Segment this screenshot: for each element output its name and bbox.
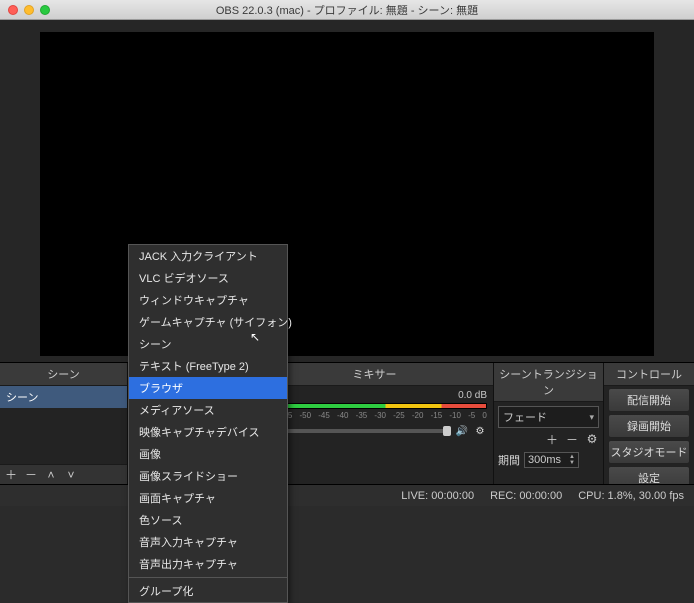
menu-item[interactable]: ブラウザ [129, 377, 287, 399]
menu-item[interactable]: 映像キャプチャデバイス [129, 421, 287, 443]
scenes-header: シーン [0, 363, 127, 386]
menu-separator [129, 577, 287, 578]
tick-label: -25 [393, 411, 405, 420]
window-title: OBS 22.0.3 (mac) - プロファイル: 無題 - シーン: 無題 [0, 2, 694, 18]
status-rec: REC: 00:00:00 [490, 490, 562, 502]
titlebar: OBS 22.0.3 (mac) - プロファイル: 無題 - シーン: 無題 [0, 0, 694, 20]
menu-item[interactable]: JACK 入力クライアント [129, 245, 287, 267]
tick-label: -35 [356, 411, 368, 420]
tick-label: -15 [431, 411, 443, 420]
transitions-panel: シーントランジション フェード ▾ ＋ － ⚙ 期間 300ms ▲▼ [494, 363, 604, 484]
transition-gear-icon[interactable]: ⚙ [585, 432, 599, 446]
menu-item[interactable]: 画像スライドショー [129, 465, 287, 487]
panels-row: シーン シーン ＋ － ˄ ˅ ソース ＋ － ⚙ ˄ ˅ ミキサー 0.0 d… [0, 362, 694, 484]
preview-area [0, 20, 694, 362]
tick-label: -30 [374, 411, 386, 420]
menu-item[interactable]: 音声出力キャプチャ [129, 553, 287, 575]
menu-item[interactable]: VLC ビデオソース [129, 267, 287, 289]
tick-label: -50 [299, 411, 311, 420]
scene-item[interactable]: シーン [0, 386, 127, 408]
mixer-db-label: 0.0 dB [458, 390, 487, 401]
menu-item[interactable]: 色ソース [129, 509, 287, 531]
tick-label: -5 [468, 411, 475, 420]
transition-select[interactable]: フェード ▾ [498, 406, 599, 428]
scenes-panel: シーン シーン ＋ － ˄ ˅ [0, 363, 128, 484]
add-transition-icon[interactable]: ＋ [545, 432, 559, 446]
control-button[interactable]: 録画開始 [608, 414, 690, 438]
duration-input[interactable]: 300ms ▲▼ [524, 452, 579, 468]
controls-header: コントロール [604, 363, 694, 386]
mixer-ticks: -60-55-50-45-40-35-30-25-20-15-10-50 [262, 411, 487, 420]
transition-selected: フェード [503, 409, 547, 425]
remove-scene-icon[interactable]: － [24, 468, 38, 482]
menu-item[interactable]: ウィンドウキャプチャ [129, 289, 287, 311]
duration-label: 期間 [498, 452, 520, 468]
volume-slider[interactable] [262, 429, 451, 433]
menu-item[interactable]: メディアソース [129, 399, 287, 421]
status-live: LIVE: 00:00:00 [401, 490, 474, 502]
menu-item[interactable]: テキスト (FreeType 2) [129, 355, 287, 377]
tick-label: 0 [482, 411, 486, 420]
mixer-panel: ミキサー 0.0 dB -60-55-50-45-40-35-30-25-20-… [256, 363, 494, 484]
chevron-down-icon: ▾ [589, 412, 594, 423]
control-button[interactable]: スタジオモード [608, 440, 690, 464]
menu-item[interactable]: 音声入力キャプチャ [129, 531, 287, 553]
controls-panel: コントロール 配信開始録画開始スタジオモード設定終了 [604, 363, 694, 484]
menu-item[interactable]: シーン [129, 333, 287, 355]
add-scene-icon[interactable]: ＋ [4, 468, 18, 482]
tick-label: -10 [449, 411, 461, 420]
menu-item[interactable]: ゲームキャプチャ (サイフォン) [129, 311, 287, 333]
add-source-menu[interactable]: JACK 入力クライアントVLC ビデオソースウィンドウキャプチャゲームキャプチ… [128, 244, 288, 603]
scene-down-icon[interactable]: ˅ [64, 468, 78, 482]
control-button[interactable]: 配信開始 [608, 388, 690, 412]
remove-transition-icon[interactable]: － [565, 432, 579, 446]
mixer-header: ミキサー [256, 363, 493, 386]
mixer-gear-icon[interactable]: ⚙ [473, 424, 487, 438]
control-button[interactable]: 設定 [608, 466, 690, 484]
speaker-icon[interactable]: 🔊 [455, 424, 469, 438]
status-bar: LIVE: 00:00:00 REC: 00:00:00 CPU: 1.8%, … [0, 484, 694, 506]
menu-item[interactable]: 画像 [129, 443, 287, 465]
status-cpu: CPU: 1.8%, 30.00 fps [578, 490, 684, 502]
audio-meter [262, 403, 487, 409]
duration-value: 300ms [528, 454, 561, 466]
scenes-toolbar: ＋ － ˄ ˅ [0, 464, 127, 484]
tick-label: -20 [412, 411, 424, 420]
menu-item[interactable]: 画面キャプチャ [129, 487, 287, 509]
stepper-icon[interactable]: ▲▼ [569, 454, 575, 466]
tick-label: -45 [318, 411, 330, 420]
tick-label: -40 [337, 411, 349, 420]
scene-up-icon[interactable]: ˄ [44, 468, 58, 482]
transitions-header: シーントランジション [494, 363, 603, 402]
menu-item-group[interactable]: グループ化 [129, 580, 287, 602]
